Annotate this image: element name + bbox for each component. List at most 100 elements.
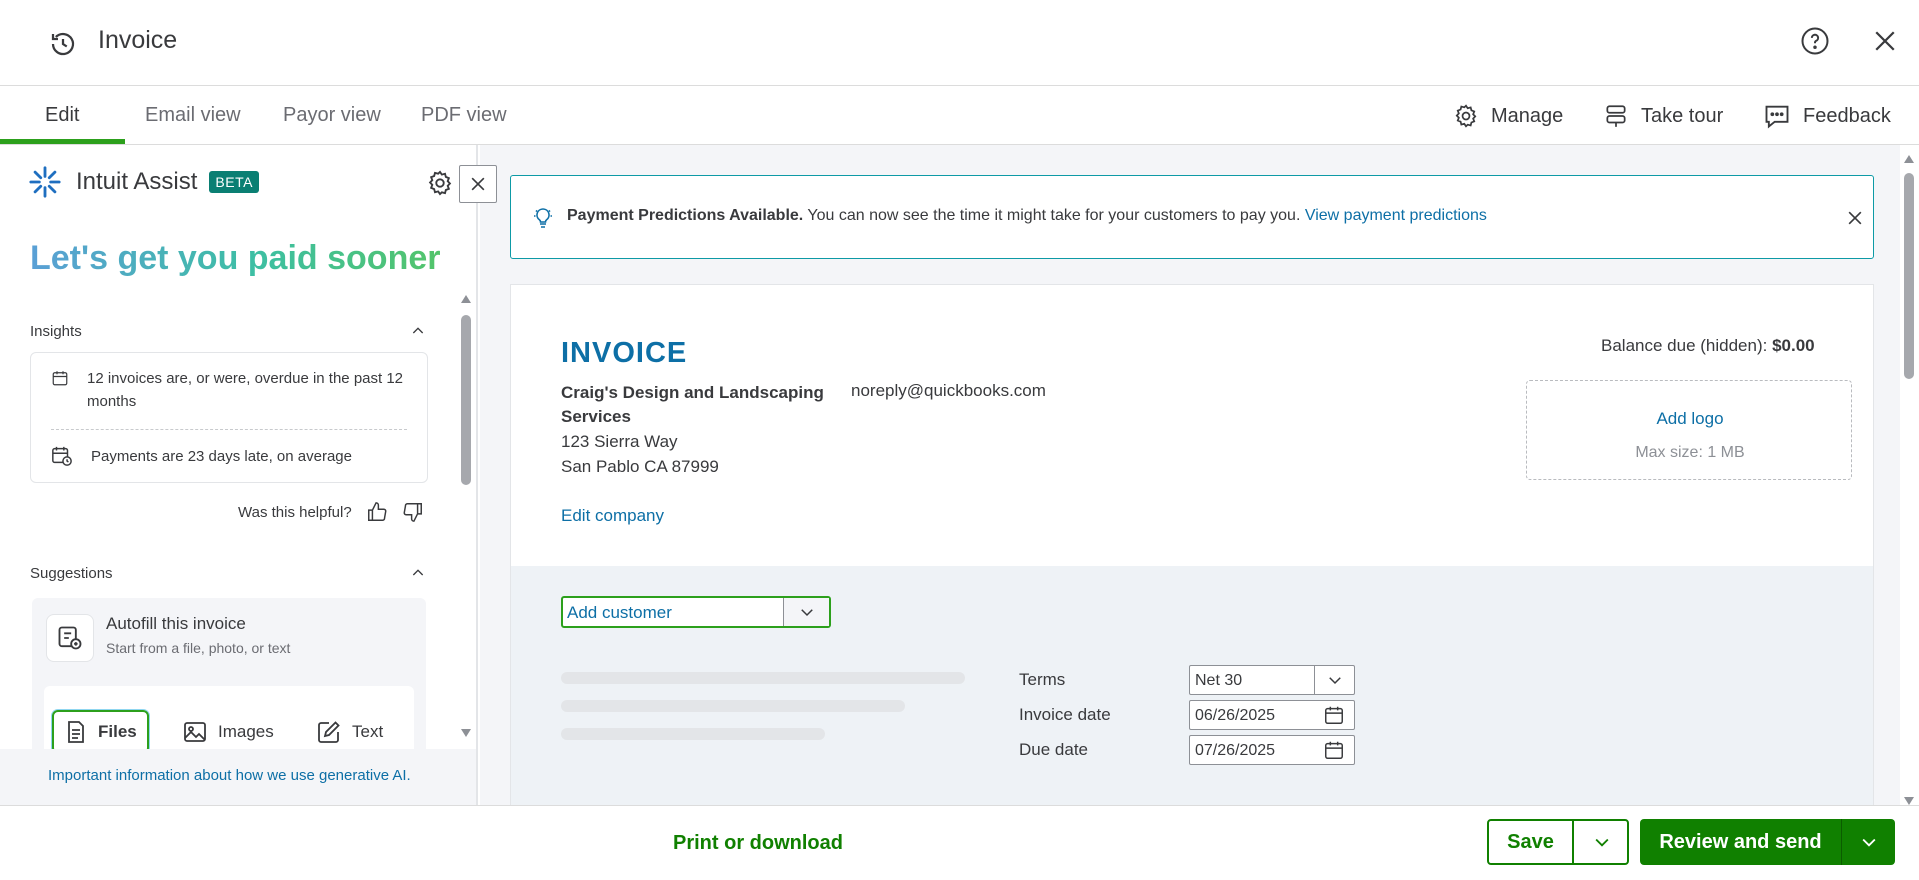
save-button[interactable]: Save	[1489, 821, 1574, 863]
chevron-up-icon[interactable]	[410, 323, 426, 339]
chevron-down-icon	[1328, 677, 1341, 685]
manage-button[interactable]: Manage	[1453, 100, 1563, 132]
assist-header: Intuit Assist BETA	[28, 165, 259, 199]
invoice-date-label: Invoice date	[1019, 705, 1111, 724]
helpful-prompt: Was this helpful?	[238, 503, 352, 521]
scroll-up-arrow-icon[interactable]	[1904, 155, 1914, 163]
files-label: Files	[98, 722, 137, 741]
company-name: Craig's Design and Landscaping Services	[561, 383, 824, 426]
autofill-title: Autofill this invoice	[106, 614, 246, 633]
scroll-down-arrow-icon[interactable]	[1904, 797, 1914, 805]
images-label: Images	[218, 722, 274, 741]
invoice-document: INVOICE Craig's Design and Landscaping S…	[510, 284, 1874, 805]
due-date-picker[interactable]	[1314, 736, 1354, 764]
suggestions-label: Suggestions	[30, 565, 113, 582]
gear-icon	[1455, 104, 1477, 128]
insights-label: Insights	[30, 323, 82, 340]
invoice-date-field[interactable]: 06/26/2025	[1189, 700, 1355, 730]
edit-company-link[interactable]: Edit company	[561, 506, 664, 526]
tab-email-view[interactable]: Email view	[145, 104, 241, 127]
thumbs-up-icon[interactable]	[366, 501, 388, 523]
terms-select[interactable]: Net 30	[1189, 665, 1355, 695]
tab-pdf-view[interactable]: PDF view	[421, 104, 507, 127]
take-tour-button[interactable]: Take tour	[1603, 100, 1723, 132]
intuit-assist-logo-icon	[29, 166, 61, 198]
image-icon	[184, 722, 206, 742]
company-email: noreply@quickbooks.com	[851, 381, 1046, 400]
due-date-field[interactable]: 07/26/2025	[1189, 735, 1355, 765]
text-label: Text	[352, 722, 384, 741]
customer-dropdown-toggle[interactable]	[783, 598, 829, 626]
lightbulb-icon	[534, 208, 552, 228]
top-bar: Invoice	[0, 0, 1919, 86]
edit-text-icon	[318, 721, 340, 743]
invoice-title: INVOICE	[561, 337, 688, 369]
active-tab-indicator	[0, 139, 125, 144]
send-options-toggle[interactable]	[1843, 819, 1895, 865]
chevron-down-icon	[800, 609, 813, 617]
loading-placeholder	[561, 728, 825, 740]
close-icon	[471, 177, 485, 191]
genai-info-link[interactable]: Important information about how we use g…	[48, 767, 411, 784]
logo-upload-area[interactable]: Add logo Max size: 1 MB	[1526, 380, 1852, 480]
assist-scrollbar[interactable]	[458, 295, 474, 737]
calendar-icon	[1325, 706, 1343, 724]
text-button[interactable]: Text	[306, 710, 393, 754]
customer-placeholder: Add customer	[567, 603, 672, 622]
review-and-send-button[interactable]: Review and send	[1640, 819, 1842, 865]
images-button[interactable]: Images	[172, 710, 284, 754]
loading-placeholder	[561, 672, 965, 684]
chevron-down-icon	[1595, 838, 1608, 847]
close-assist-button[interactable]	[459, 165, 497, 203]
chat-bubble-icon	[1765, 105, 1789, 129]
close-icon[interactable]	[1870, 26, 1900, 56]
customer-select[interactable]: Add customer	[561, 596, 831, 628]
scroll-down-arrow-icon[interactable]	[461, 729, 471, 737]
genai-info-bar: Important information about how we use g…	[0, 749, 476, 805]
intuit-assist-panel: Intuit Assist BETA Let's get you paid so…	[0, 145, 497, 805]
terms-dropdown-toggle[interactable]	[1314, 666, 1354, 694]
tab-edit[interactable]: Edit	[45, 104, 79, 127]
invoice-date-picker[interactable]	[1314, 701, 1354, 729]
feedback-button[interactable]: Feedback	[1763, 100, 1891, 132]
balance-due: Balance due (hidden): $0.00	[1601, 336, 1815, 356]
scrollbar-thumb[interactable]	[461, 315, 471, 485]
logo-max-size: Max size: 1 MB	[1635, 444, 1745, 461]
tab-payor-view[interactable]: Payor view	[283, 104, 381, 127]
add-logo-link[interactable]: Add logo	[1527, 409, 1853, 429]
chevron-up-icon[interactable]	[410, 565, 426, 581]
balance-value: $0.00	[1772, 336, 1815, 355]
thumbs-down-icon[interactable]	[402, 501, 424, 523]
insights-card: 12 invoices are, or were, overdue in the…	[30, 352, 428, 483]
invoice-editor: Payment Predictions Available. You can n…	[480, 145, 1919, 805]
help-icon[interactable]	[1800, 26, 1830, 56]
close-icon[interactable]	[1845, 208, 1865, 228]
assist-headline: Let's get you paid sooner	[30, 239, 441, 277]
files-button[interactable]: Files	[52, 710, 149, 754]
save-options-toggle[interactable]	[1576, 821, 1627, 863]
review-send-split-button: Review and send	[1640, 819, 1895, 865]
history-icon[interactable]	[48, 29, 78, 59]
scroll-up-arrow-icon[interactable]	[461, 295, 471, 303]
feedback-label: Feedback	[1803, 104, 1891, 127]
autofill-icon-box	[46, 614, 94, 662]
scrollbar-thumb[interactable]	[1904, 173, 1914, 379]
manage-label: Manage	[1491, 104, 1564, 127]
print-or-download-button[interactable]: Print or download	[673, 832, 843, 855]
calendar-clock-icon	[52, 446, 72, 466]
file-icon	[68, 721, 84, 743]
loading-placeholder	[561, 700, 905, 712]
terms-value: Net 30	[1195, 672, 1243, 689]
settings-gear-icon[interactable]	[426, 169, 454, 197]
address-line-1: 123 Sierra Way	[561, 432, 678, 451]
calendar-icon	[1325, 741, 1343, 759]
helpful-feedback: Was this helpful?	[238, 501, 424, 523]
insight-item: Payments are 23 days late, on average	[51, 445, 352, 468]
beta-badge: BETA	[209, 171, 259, 193]
view-tabs: Edit Email view Payor view PDF view Mana…	[0, 86, 1919, 145]
insight-text: Payments are 23 days late, on average	[91, 448, 352, 465]
calendar-icon	[52, 371, 68, 386]
main-scrollbar[interactable]	[1900, 145, 1919, 805]
due-date-value: 07/26/2025	[1195, 742, 1276, 759]
view-payment-predictions-link[interactable]: View payment predictions	[1305, 207, 1487, 224]
